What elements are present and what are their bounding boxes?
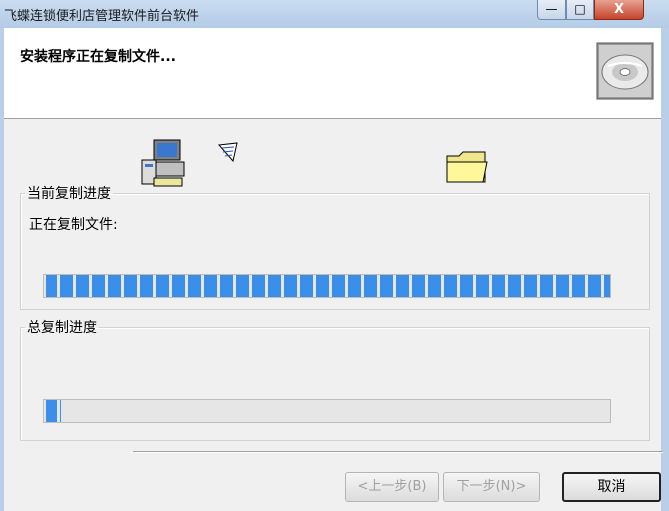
- maximize-button[interactable]: □: [566, 0, 594, 20]
- close-icon: X: [613, 2, 625, 17]
- title-bar: 飞蝶连锁便利店管理软件前台软件 — □ X: [0, 0, 669, 28]
- close-button[interactable]: X: [594, 0, 644, 20]
- cancel-button[interactable]: 取消: [562, 472, 661, 502]
- window-frame-right: [661, 28, 669, 511]
- page-title: 安装程序正在复制文件...: [20, 49, 176, 65]
- maximize-icon: □: [574, 2, 586, 16]
- minimize-button[interactable]: —: [537, 0, 566, 20]
- header-panel: 安装程序正在复制文件...: [4, 28, 661, 119]
- next-button[interactable]: 下一步(N)>: [443, 472, 540, 502]
- total-progress-fill: [44, 400, 61, 422]
- folder-icon: [446, 151, 488, 183]
- total-progress-legend: 总复制进度: [27, 320, 97, 336]
- button-separator: [133, 451, 663, 453]
- window-title: 飞蝶连锁便利店管理软件前台软件: [4, 9, 200, 24]
- back-button[interactable]: <上一步(B): [345, 472, 439, 502]
- flying-paper-icon: [217, 142, 238, 163]
- current-progress-bar: [43, 274, 611, 298]
- minimize-icon: —: [545, 2, 558, 16]
- total-progress-bar: [43, 399, 611, 423]
- current-progress-legend: 当前复制进度: [27, 186, 111, 202]
- copy-status-label: 正在复制文件:: [29, 217, 118, 233]
- current-progress-fill: [44, 275, 610, 297]
- cd-disc-icon: [596, 42, 654, 100]
